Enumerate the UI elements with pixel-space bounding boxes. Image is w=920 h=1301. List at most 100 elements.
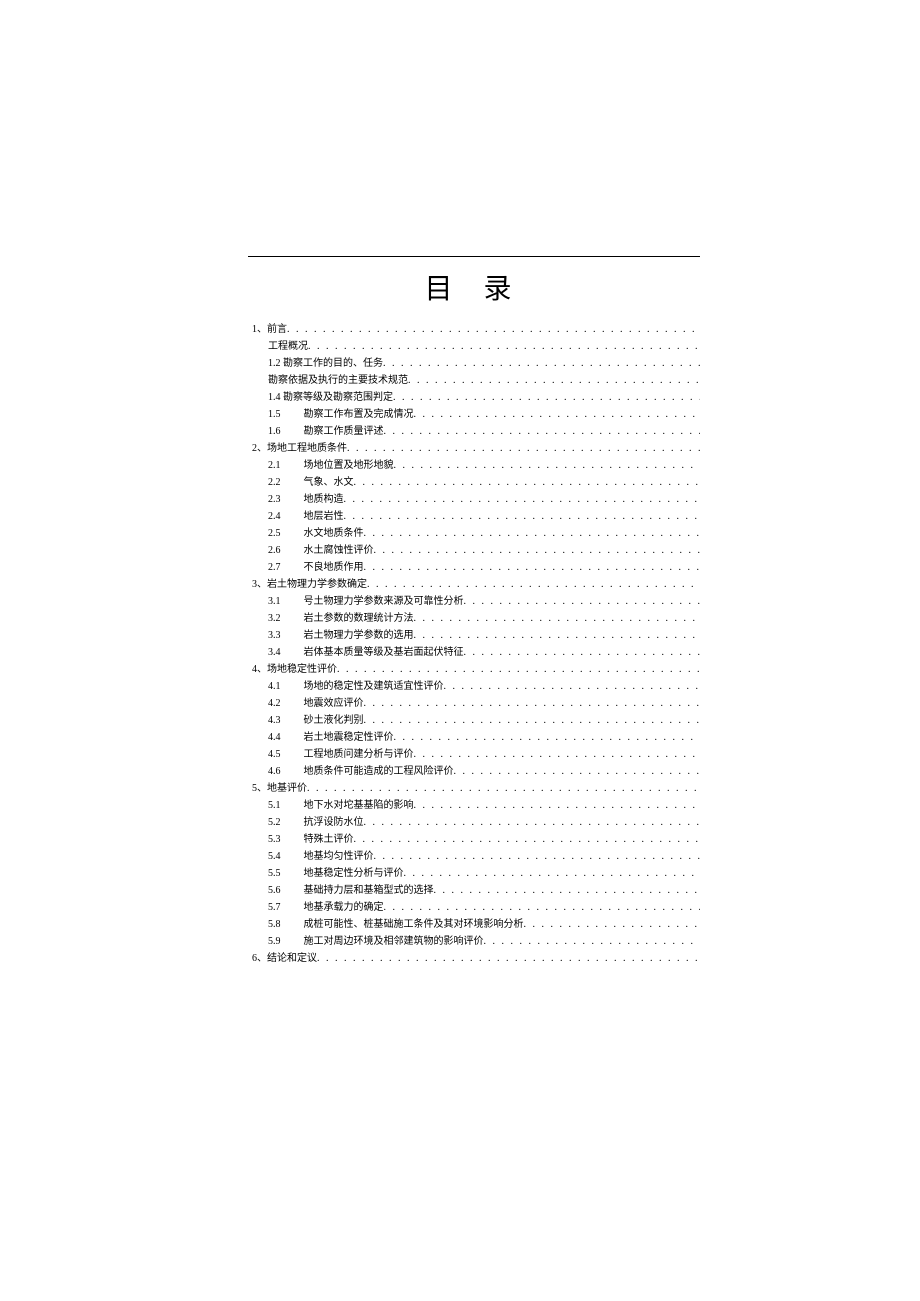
- toc-entry-text: 1.4 勘察等级及勘察范围判定: [268, 389, 393, 406]
- toc-entry-number: 4.2: [268, 695, 296, 712]
- toc-entry-number: 4.3: [268, 712, 296, 729]
- toc-entry-number: 5.5: [268, 865, 296, 882]
- toc-entry: 5.5 地基稳定性分析与评价: [268, 865, 700, 882]
- toc-entry-text: 地基评价: [267, 780, 307, 797]
- toc-entry-number: 4.6: [268, 763, 296, 780]
- toc-entry-text: 勘察工作布置及完成情况: [304, 406, 414, 423]
- toc-entry-text: 勘察工作质量评述: [304, 423, 384, 440]
- toc-dots: [383, 355, 700, 372]
- toc-entry-number: 2.2: [268, 474, 296, 491]
- toc-entry-text: 特殊土评价: [304, 831, 354, 848]
- toc-dots: [308, 338, 700, 355]
- toc-entry: 3.4 岩体基本质量等级及基岩面起伏特征: [268, 644, 700, 661]
- toc-dots: [384, 423, 701, 440]
- toc-entry: 5、地基评价: [252, 780, 700, 797]
- toc-entry-number: 2.1: [268, 457, 296, 474]
- toc-entry: 5.3 特殊土评价: [268, 831, 700, 848]
- toc-entry-text: 地基均匀性评价: [304, 848, 374, 865]
- toc-entry: 2.3 地质构造: [268, 491, 700, 508]
- toc-entry-number: 4、: [252, 661, 267, 678]
- toc-dots: [524, 916, 701, 933]
- toc-entry-number: 2.6: [268, 542, 296, 559]
- toc-entry-number: 5.2: [268, 814, 296, 831]
- toc-dots: [464, 593, 701, 610]
- toc-dots: [393, 389, 700, 406]
- toc-entry-number: 5.7: [268, 899, 296, 916]
- toc-dots: [414, 610, 701, 627]
- toc-dots: [337, 661, 700, 678]
- toc-entry-number: 4.5: [268, 746, 296, 763]
- toc-dots: [414, 797, 701, 814]
- toc-title: 目 录: [248, 267, 700, 307]
- toc-entry-text: 抗浮设防水位: [304, 814, 364, 831]
- toc-entry-number: 2.7: [268, 559, 296, 576]
- toc-entry: 2.4 地层岩性: [268, 508, 700, 525]
- toc-dots: [287, 321, 700, 338]
- toc-entry-number: 5.4: [268, 848, 296, 865]
- toc-dots: [484, 933, 701, 950]
- toc-entry: 5.6 基础持力层和基箱型式的选择: [268, 882, 700, 899]
- toc-dots: [354, 831, 701, 848]
- toc-dots: [307, 780, 700, 797]
- horizontal-rule: [248, 256, 700, 257]
- toc-dots: [317, 950, 700, 967]
- toc-entry: 1、前言: [252, 321, 700, 338]
- toc-entry-text: 场地位置及地形地貌: [304, 457, 394, 474]
- toc-entry-number: 1.6: [268, 423, 296, 440]
- toc-entry-number: 3.4: [268, 644, 296, 661]
- toc-entry: 3.3 岩土物理力学参数的选用: [268, 627, 700, 644]
- toc-entry-text: 工程概况: [268, 338, 308, 355]
- toc-entry-text: 施工对周边环境及相邻建筑物的影响评价: [304, 933, 484, 950]
- toc-dots: [364, 695, 701, 712]
- toc-entry-text: 工程地质问建分析与评价: [304, 746, 414, 763]
- toc-entry-text: 场地工程地质条件: [267, 440, 347, 457]
- toc-entry-number: 5.3: [268, 831, 296, 848]
- toc-dots: [464, 644, 701, 661]
- toc-entry-number: 2、: [252, 440, 267, 457]
- toc-dots: [354, 474, 701, 491]
- toc-entry-text: 岩体基本质量等级及基岩面起伏特征: [304, 644, 464, 661]
- toc-entry-number: 5.9: [268, 933, 296, 950]
- toc-entry-number: 2.5: [268, 525, 296, 542]
- toc-entry: 2.7 不良地质作用: [268, 559, 700, 576]
- toc-entry-text: 1.2 勘察工作的目的、任务: [268, 355, 383, 372]
- toc-entry: 5.7 地基承载力的确定: [268, 899, 700, 916]
- toc-entry-text: 岩土物理力学参数确定: [267, 576, 367, 593]
- toc-entry-number: 5.8: [268, 916, 296, 933]
- toc-entry-text: 号土物理力学参数来源及可靠性分析: [304, 593, 464, 610]
- toc-entry: 4、场地稳定性评价: [252, 661, 700, 678]
- toc-entry-number: 3、: [252, 576, 267, 593]
- toc-entry: 5.2 抗浮设防水位: [268, 814, 700, 831]
- toc-entry-text: 岩土物理力学参数的选用: [304, 627, 414, 644]
- toc-dots: [374, 542, 701, 559]
- toc-dots: [454, 763, 701, 780]
- toc-entry-number: 4.1: [268, 678, 296, 695]
- toc-entry: 工程概况: [268, 338, 700, 355]
- toc-entry-text: 结论和定议: [267, 950, 317, 967]
- toc-entry-text: 前言: [267, 321, 287, 338]
- toc-entry-text: 地质构造: [304, 491, 344, 508]
- toc-dots: [344, 491, 701, 508]
- toc-entry: 1.2 勘察工作的目的、任务: [268, 355, 700, 372]
- toc-entry-number: 2.3: [268, 491, 296, 508]
- toc-dots: [408, 372, 700, 389]
- toc-entry-text: 不良地质作用: [304, 559, 364, 576]
- toc-entry: 5.4 地基均匀性评价: [268, 848, 700, 865]
- toc-entry-text: 地层岩性: [304, 508, 344, 525]
- toc-dots: [367, 576, 700, 593]
- toc-entry-text: 场地稳定性评价: [267, 661, 337, 678]
- toc-entry-number: 5.1: [268, 797, 296, 814]
- toc-entry: 4.1 场地的稳定性及建筑适宜性评价: [268, 678, 700, 695]
- toc-entry: 6、结论和定议: [252, 950, 700, 967]
- toc-entry: 3.1 号土物理力学参数来源及可靠性分析: [268, 593, 700, 610]
- toc-dots: [414, 746, 701, 763]
- toc-dots: [364, 712, 701, 729]
- toc-entry-text: 岩土参数的数理统计方法: [304, 610, 414, 627]
- toc-dots: [384, 899, 701, 916]
- toc-dots: [347, 440, 700, 457]
- toc-entry: 1.4 勘察等级及勘察范围判定: [268, 389, 700, 406]
- document-page: 目 录 1、前言工程概况1.2 勘察工作的目的、任务勘察依据及执行的主要技术规范…: [0, 0, 920, 1301]
- toc-entry-text: 水土腐蚀性评价: [304, 542, 374, 559]
- toc-entry: 3、岩土物理力学参数确定: [252, 576, 700, 593]
- toc-entry-text: 勘察依据及执行的主要技术规范: [268, 372, 408, 389]
